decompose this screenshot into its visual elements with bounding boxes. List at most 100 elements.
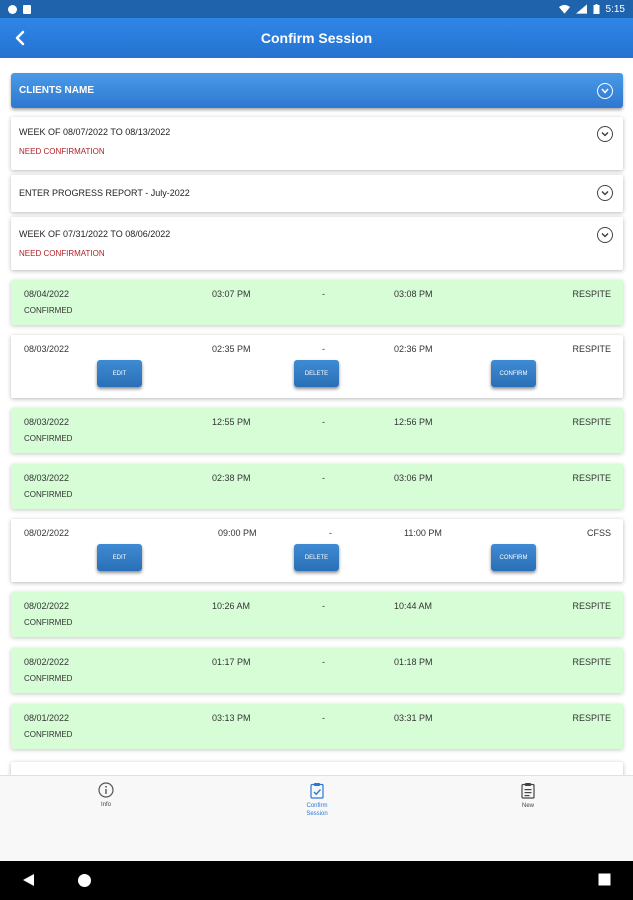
delete-button[interactable]: DELETE: [294, 360, 339, 387]
tab-info[interactable]: Info: [66, 782, 146, 809]
client-name-label: CLIENTS NAME: [19, 85, 94, 96]
session-end-time: 02:36 PM: [394, 344, 433, 354]
signal-icon: [575, 4, 587, 14]
progress-report-card[interactable]: ENTER PROGRESS REPORT - July-2022: [11, 175, 623, 212]
bottom-tab-bar: Info Confirm Session New: [0, 775, 633, 861]
session-status: CONFIRMED: [24, 434, 73, 443]
sd-card-icon: [23, 4, 31, 14]
session-type: RESPITE: [572, 417, 611, 427]
session-list[interactable]: CLIENTS NAME WEEK OF 08/07/2022 TO 08/13…: [0, 58, 633, 775]
session-end-time: 03:08 PM: [394, 289, 433, 299]
clipboard-icon: [521, 783, 535, 799]
chevron-left-icon: [15, 30, 25, 46]
session-end-time: 03:06 PM: [394, 473, 433, 483]
session-end-time: 10:44 AM: [394, 601, 433, 611]
session-date: 08/02/2022: [24, 657, 70, 667]
back-button[interactable]: [8, 26, 32, 50]
session-row-confirmed[interactable]: 08/03/2022 12:55 PM - 12:56 PM RESPITE C…: [11, 408, 623, 453]
chevron-down-icon[interactable]: [597, 126, 613, 142]
session-end-time: 03:31 PM: [394, 713, 433, 723]
session-end-time: 01:18 PM: [394, 657, 433, 667]
session-status: CONFIRMED: [24, 618, 73, 627]
battery-icon: [593, 4, 600, 14]
chevron-down-icon[interactable]: [597, 185, 613, 201]
session-row-confirmed[interactable]: 08/01/2022 03:13 PM - 03:31 PM RESPITE C…: [11, 704, 623, 749]
back-triangle-icon[interactable]: [22, 873, 35, 887]
week-title: WEEK OF 07/31/2022 TO 08/06/2022: [19, 229, 171, 239]
session-date: 08/02/2022: [24, 601, 70, 611]
page-title: Confirm Session: [260, 30, 373, 46]
confirm-button[interactable]: CONFIRM: [491, 544, 536, 571]
session-row-confirmed[interactable]: 08/02/2022 01:17 PM - 01:18 PM RESPITE C…: [11, 648, 623, 693]
tab-new[interactable]: New: [488, 782, 568, 810]
session-row-pending[interactable]: 08/02/2022 09:00 PM - 11:00 PM CFSS EDIT…: [11, 519, 623, 582]
session-type: RESPITE: [572, 713, 611, 723]
session-separator: -: [322, 473, 325, 483]
session-start-time: 01:17 PM: [212, 657, 251, 667]
system-nav-bar: [0, 861, 633, 900]
chevron-up-icon[interactable]: [597, 227, 613, 243]
session-separator: -: [322, 417, 325, 427]
session-row-confirmed[interactable]: 08/03/2022 02:38 PM - 03:06 PM RESPITE C…: [11, 464, 623, 509]
session-start-time: 02:38 PM: [212, 473, 251, 483]
week-card[interactable]: [11, 762, 623, 775]
session-separator: -: [322, 344, 325, 354]
session-separator: -: [322, 289, 325, 299]
session-date: 08/01/2022: [24, 713, 70, 723]
tab-label: New: [521, 803, 534, 809]
tab-confirm-session[interactable]: Confirm Session: [277, 782, 357, 818]
session-start-time: 03:13 PM: [212, 713, 251, 723]
edit-button[interactable]: EDIT: [97, 360, 142, 387]
session-type: RESPITE: [572, 601, 611, 611]
session-type: RESPITE: [572, 289, 611, 299]
week-card[interactable]: WEEK OF 08/07/2022 TO 08/13/2022 NEED CO…: [11, 117, 623, 170]
info-icon: [98, 782, 114, 798]
session-end-time: 11:00 PM: [404, 528, 442, 538]
session-row-confirmed[interactable]: 08/02/2022 10:26 AM - 10:44 AM RESPITE C…: [11, 592, 623, 637]
notification-icon: [8, 4, 17, 14]
status-bar: 5:15: [0, 0, 633, 18]
wifi-icon: [558, 4, 570, 14]
need-confirmation-label: NEED CONFIRMATION: [19, 249, 105, 258]
session-status: CONFIRMED: [24, 306, 73, 315]
app-bar: Confirm Session: [0, 18, 633, 58]
session-end-time: 12:56 PM: [394, 417, 433, 427]
session-start-time: 12:55 PM: [212, 417, 251, 427]
recents-square-icon[interactable]: [598, 873, 611, 886]
client-header[interactable]: CLIENTS NAME: [11, 73, 623, 108]
status-time: 5:15: [605, 3, 625, 15]
tab-label: Confirm Session: [306, 803, 328, 817]
session-separator: -: [322, 657, 325, 667]
session-date: 08/02/2022: [24, 528, 70, 538]
edit-button[interactable]: EDIT: [97, 544, 142, 571]
tab-label: Info: [100, 802, 111, 808]
session-separator: -: [322, 601, 325, 611]
session-type: RESPITE: [572, 473, 611, 483]
session-start-time: 03:07 PM: [212, 289, 251, 299]
session-row-pending[interactable]: 08/03/2022 02:35 PM - 02:36 PM RESPITE E…: [11, 335, 623, 398]
session-start-time: 10:26 AM: [212, 601, 251, 611]
session-type: RESPITE: [572, 657, 611, 667]
session-start-time: 02:35 PM: [212, 344, 251, 354]
session-status: CONFIRMED: [24, 490, 73, 499]
session-date: 08/03/2022: [24, 473, 70, 483]
session-start-time: 09:00 PM: [218, 528, 257, 538]
session-date: 08/03/2022: [24, 344, 70, 354]
session-status: CONFIRMED: [24, 674, 73, 683]
home-circle-icon[interactable]: [77, 873, 92, 888]
progress-report-title: ENTER PROGRESS REPORT - July-2022: [19, 188, 190, 198]
chevron-down-icon[interactable]: [597, 82, 613, 99]
session-separator: -: [322, 713, 325, 723]
session-row-confirmed[interactable]: 08/04/2022 03:07 PM - 03:08 PM RESPITE C…: [11, 280, 623, 325]
session-type: RESPITE: [572, 344, 611, 354]
session-type: CFSS: [586, 528, 611, 538]
session-separator: -: [329, 528, 332, 538]
week-card[interactable]: WEEK OF 07/31/2022 TO 08/06/2022 NEED CO…: [11, 217, 623, 270]
session-status: CONFIRMED: [24, 730, 73, 739]
session-date: 08/03/2022: [24, 417, 70, 427]
confirm-button[interactable]: CONFIRM: [491, 360, 536, 387]
clipboard-check-icon: [310, 783, 324, 799]
delete-button[interactable]: DELETE: [294, 544, 339, 571]
week-title: WEEK OF 08/07/2022 TO 08/13/2022: [19, 127, 171, 137]
session-date: 08/04/2022: [24, 289, 70, 299]
